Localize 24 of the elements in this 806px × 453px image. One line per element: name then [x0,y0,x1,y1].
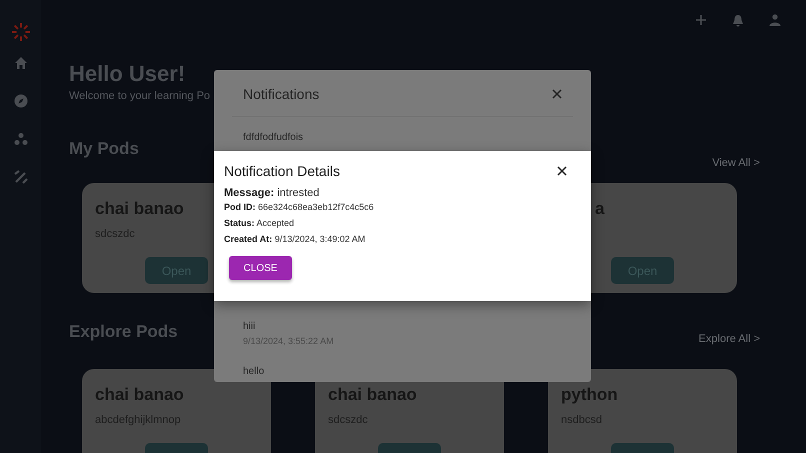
notification-message[interactable]: fdfdfodfudfois [243,132,562,143]
compass-icon[interactable] [14,94,28,108]
notification-message[interactable]: hello [243,366,562,377]
view-all-link[interactable]: View All > [712,157,760,169]
detail-line: Pod ID: 66e324c68ea3eb12f7c4c5c6 [224,202,375,212]
detail-line: Message: intrested [224,187,320,199]
close-icon[interactable] [557,166,567,176]
detail-line: Status: Accepted [224,218,296,228]
detail-line: Created At: 9/13/2024, 3:49:02 AM [224,234,366,244]
home-icon[interactable] [14,56,28,70]
greeting-title: Hello User! [69,61,186,87]
dialog-title: Notification Details [224,163,340,179]
section-heading: My Pods [69,138,139,160]
logo-icon[interactable] [10,22,30,42]
group-icon[interactable] [14,132,28,146]
user-icon[interactable] [769,14,781,26]
notification-message[interactable]: hiii [243,321,562,332]
greeting-subtitle: Welcome to your learning Po [69,90,210,102]
view-all-link[interactable]: Explore All > [698,333,760,345]
dialog-title: Notifications [243,86,320,102]
plus-icon[interactable] [695,14,707,26]
close-button[interactable]: CLOSE [229,256,292,280]
bell-icon[interactable] [732,14,744,26]
section-heading: Explore Pods [69,321,178,343]
